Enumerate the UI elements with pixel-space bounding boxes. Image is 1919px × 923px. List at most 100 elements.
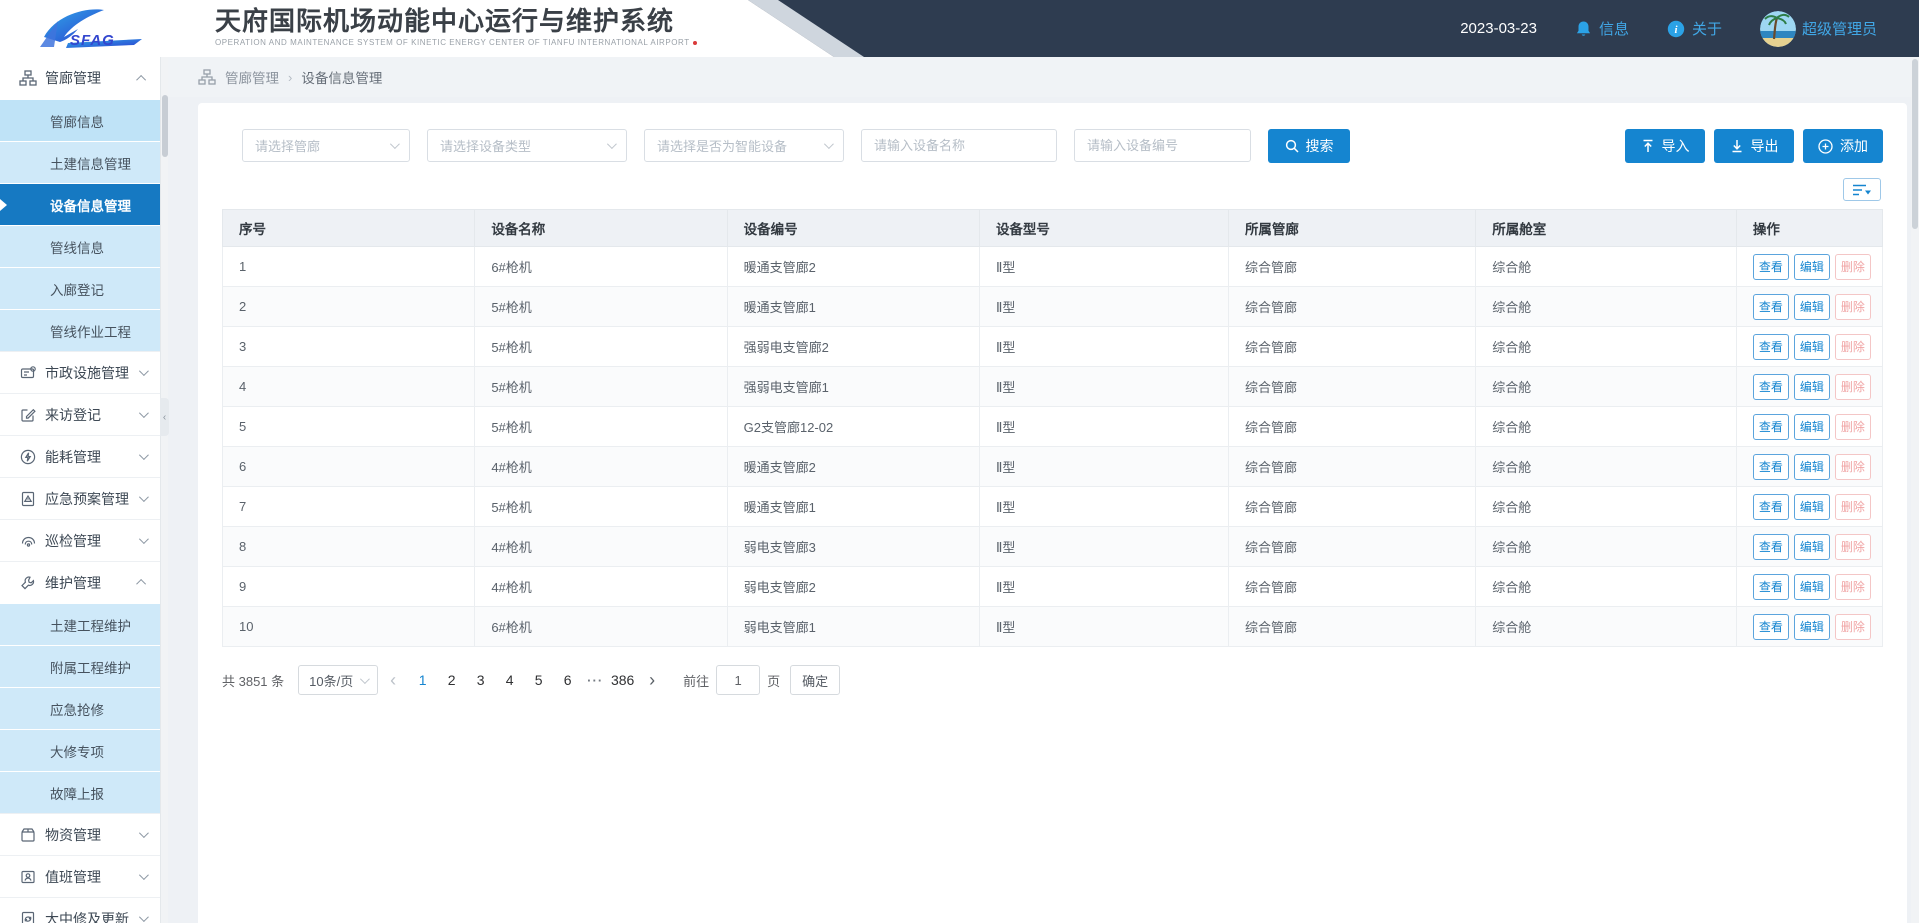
delete-button[interactable]: 删除 bbox=[1835, 254, 1871, 280]
edit-button[interactable]: 编辑 bbox=[1794, 574, 1830, 600]
sidebar-item-6-4[interactable]: 故障上报 bbox=[0, 771, 160, 813]
delete-button[interactable]: 删除 bbox=[1835, 534, 1871, 560]
delete-button[interactable]: 删除 bbox=[1835, 494, 1871, 520]
device-name-input[interactable] bbox=[861, 129, 1057, 162]
page-button-6[interactable]: 6 bbox=[555, 672, 580, 688]
sidebar-group-6[interactable]: 维护管理 bbox=[0, 561, 160, 603]
add-button[interactable]: 添加 bbox=[1803, 129, 1883, 163]
view-button[interactable]: 查看 bbox=[1753, 254, 1789, 280]
page-button-4[interactable]: 4 bbox=[497, 672, 522, 688]
user-menu[interactable]: 超级管理员 bbox=[1760, 11, 1877, 47]
sidebar-group-2[interactable]: 来访登记 bbox=[0, 393, 160, 435]
view-button[interactable]: 查看 bbox=[1753, 614, 1789, 640]
sidebar-group-5[interactable]: 巡检管理 bbox=[0, 519, 160, 561]
edit-button[interactable]: 编辑 bbox=[1794, 414, 1830, 440]
cell-model: Ⅱ型 bbox=[979, 407, 1228, 447]
goto-page-input[interactable] bbox=[716, 665, 760, 695]
page-button-5[interactable]: 5 bbox=[526, 672, 551, 688]
edit-button[interactable]: 编辑 bbox=[1794, 294, 1830, 320]
sidebar-collapse-handle[interactable]: ‹ bbox=[160, 398, 169, 436]
sidebar-item-0-1[interactable]: 土建信息管理 bbox=[0, 141, 160, 183]
import-button[interactable]: 导入 bbox=[1625, 129, 1705, 163]
page-button-1[interactable]: 1 bbox=[410, 672, 435, 688]
column-header-5: 所属舱室 bbox=[1476, 210, 1737, 247]
edit-button[interactable]: 编辑 bbox=[1794, 254, 1830, 280]
delete-button[interactable]: 删除 bbox=[1835, 454, 1871, 480]
breadcrumb-root[interactable]: 管廊管理 bbox=[225, 67, 279, 87]
cell-code: 强弱电支管廊2 bbox=[727, 327, 979, 367]
page-scrollbar-thumb[interactable] bbox=[1912, 59, 1918, 229]
sidebar-item-6-2[interactable]: 应急抢修 bbox=[0, 687, 160, 729]
edit-button[interactable]: 编辑 bbox=[1794, 494, 1830, 520]
sidebar-scrollbar-thumb[interactable] bbox=[162, 95, 168, 157]
sidebar-group-7[interactable]: 物资管理 bbox=[0, 813, 160, 855]
cell-name: 4#枪机 bbox=[475, 567, 727, 607]
edit-button[interactable]: 编辑 bbox=[1794, 334, 1830, 360]
page-button-last[interactable]: 386 bbox=[610, 672, 635, 688]
view-button[interactable]: 查看 bbox=[1753, 494, 1789, 520]
view-button[interactable]: 查看 bbox=[1753, 374, 1789, 400]
cell-model: Ⅱ型 bbox=[979, 567, 1228, 607]
sidebar-item-0-4[interactable]: 入廊登记 bbox=[0, 267, 160, 309]
goto-confirm-button[interactable]: 确定 bbox=[790, 665, 840, 695]
avatar[interactable] bbox=[1760, 11, 1796, 47]
maintenance-wrench-icon bbox=[19, 575, 37, 591]
next-page-button[interactable]: › bbox=[649, 671, 655, 689]
more-pages-button[interactable]: ··· bbox=[587, 673, 603, 688]
device-type-select[interactable]: 请选择设备类型 bbox=[427, 129, 627, 162]
delete-button[interactable]: 删除 bbox=[1835, 614, 1871, 640]
table-row: 45#枪机强弱电支管廊1Ⅱ型综合管廊综合舱查看编辑删除 bbox=[223, 367, 1883, 407]
column-header-6: 操作 bbox=[1736, 210, 1882, 247]
sidebar-item-0-0[interactable]: 管廊信息 bbox=[0, 99, 160, 141]
delete-button[interactable]: 删除 bbox=[1835, 374, 1871, 400]
sidebar-group-1[interactable]: 市政设施管理 bbox=[0, 351, 160, 393]
delete-button[interactable]: 删除 bbox=[1835, 294, 1871, 320]
sidebar-item-6-3[interactable]: 大修专项 bbox=[0, 729, 160, 771]
page-scrollbar[interactable] bbox=[1911, 57, 1919, 923]
column-header-2: 设备编号 bbox=[727, 210, 979, 247]
prev-page-button[interactable]: ‹ bbox=[390, 671, 396, 689]
cell-actions: 查看编辑删除 bbox=[1736, 447, 1882, 487]
sidebar-group-3[interactable]: 能耗管理 bbox=[0, 435, 160, 477]
sidebar-group-9[interactable]: 大中修及更新 bbox=[0, 897, 160, 923]
cell-code: 暖通支管廊2 bbox=[727, 447, 979, 487]
svg-text:SFAG: SFAG bbox=[70, 32, 115, 49]
sidebar-item-0-5[interactable]: 管线作业工程 bbox=[0, 309, 160, 351]
duty-icon bbox=[19, 869, 37, 885]
sidebar-group-4[interactable]: 应急预案管理 bbox=[0, 477, 160, 519]
delete-button[interactable]: 删除 bbox=[1835, 574, 1871, 600]
view-button[interactable]: 查看 bbox=[1753, 574, 1789, 600]
search-button[interactable]: 搜索 bbox=[1268, 129, 1350, 163]
page-button-2[interactable]: 2 bbox=[439, 672, 464, 688]
export-button[interactable]: 导出 bbox=[1714, 129, 1794, 163]
smart-device-select[interactable]: 请选择是否为智能设备 bbox=[644, 129, 844, 162]
sidebar-item-0-2[interactable]: 设备信息管理 bbox=[0, 183, 160, 225]
view-button[interactable]: 查看 bbox=[1753, 294, 1789, 320]
delete-button[interactable]: 删除 bbox=[1835, 414, 1871, 440]
sidebar-item-6-0[interactable]: 土建工程维护 bbox=[0, 603, 160, 645]
edit-button[interactable]: 编辑 bbox=[1794, 454, 1830, 480]
edit-button[interactable]: 编辑 bbox=[1794, 374, 1830, 400]
messages-link[interactable]: 信息 bbox=[1575, 18, 1629, 39]
delete-button[interactable]: 删除 bbox=[1835, 334, 1871, 360]
cell-cabin: 综合舱 bbox=[1476, 487, 1737, 527]
chevron-down-icon bbox=[139, 366, 149, 376]
sidebar-scrollbar[interactable] bbox=[160, 57, 168, 923]
corridor-select[interactable]: 请选择管廊 bbox=[242, 129, 410, 162]
sidebar-group-0[interactable]: 管廊管理 bbox=[0, 57, 160, 99]
sidebar-item-0-3[interactable]: 管线信息 bbox=[0, 225, 160, 267]
device-code-input[interactable] bbox=[1074, 129, 1251, 162]
view-button[interactable]: 查看 bbox=[1753, 334, 1789, 360]
column-settings-button[interactable] bbox=[1843, 178, 1881, 201]
page-size-select[interactable]: 10条/页 bbox=[298, 665, 378, 695]
sidebar-item-6-1[interactable]: 附属工程维护 bbox=[0, 645, 160, 687]
edit-button[interactable]: 编辑 bbox=[1794, 534, 1830, 560]
view-button[interactable]: 查看 bbox=[1753, 454, 1789, 480]
about-link[interactable]: i 关于 bbox=[1667, 18, 1722, 39]
sidebar-group-8[interactable]: 值班管理 bbox=[0, 855, 160, 897]
view-button[interactable]: 查看 bbox=[1753, 534, 1789, 560]
table-body: 16#枪机暖通支管廊2Ⅱ型综合管廊综合舱查看编辑删除25#枪机暖通支管廊1Ⅱ型综… bbox=[223, 247, 1883, 647]
page-button-3[interactable]: 3 bbox=[468, 672, 493, 688]
view-button[interactable]: 查看 bbox=[1753, 414, 1789, 440]
edit-button[interactable]: 编辑 bbox=[1794, 614, 1830, 640]
